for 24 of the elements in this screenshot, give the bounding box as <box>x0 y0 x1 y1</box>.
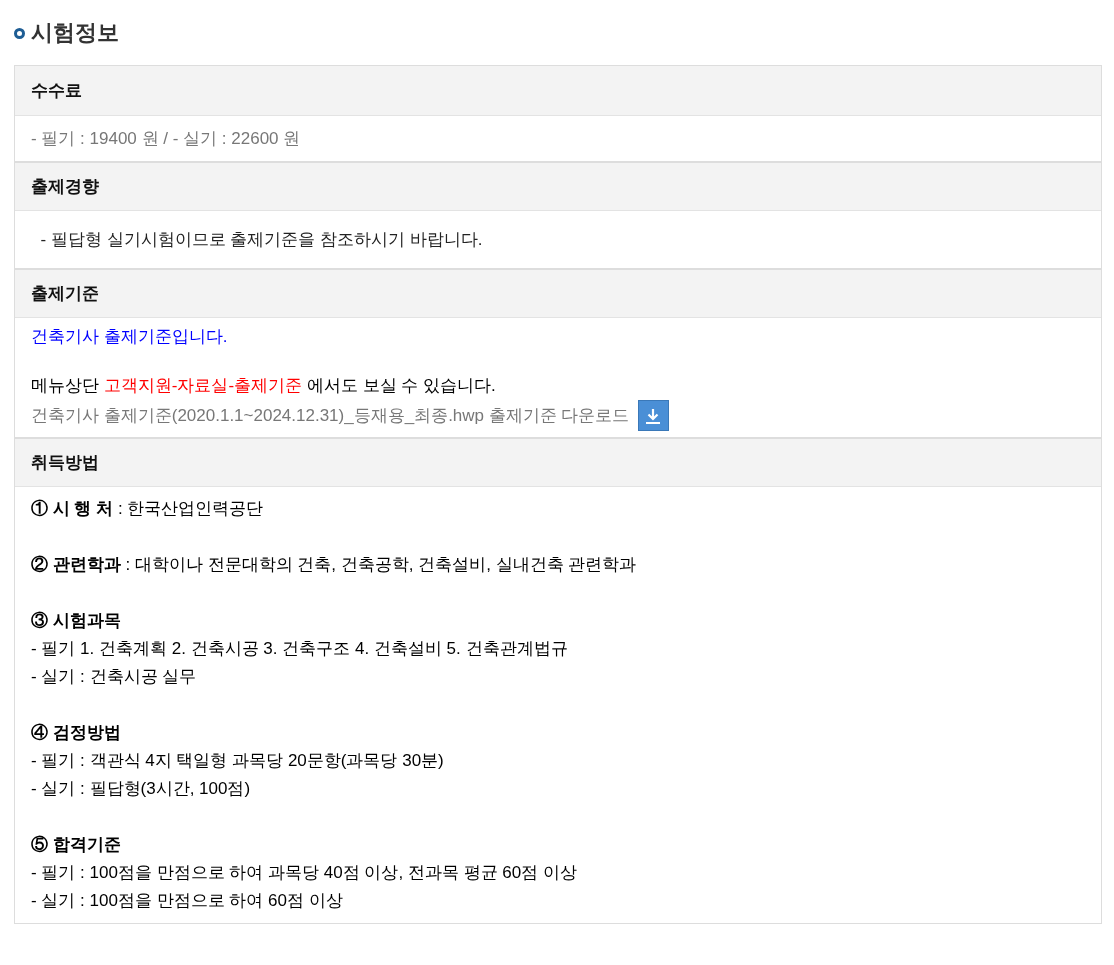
info-text: ① 시 행 처 : 한국산업인력공단 <box>31 498 265 520</box>
download-button[interactable] <box>637 400 669 431</box>
info-text: ③ 시험과목 <box>31 610 122 632</box>
bullet-icon <box>14 28 25 39</box>
info-text: ⑤ 합격기준 <box>31 834 122 856</box>
info-text: ④ 검정방법 <box>31 722 122 744</box>
info-text: - 필기 : 19400 원 / - 실기 : 22600 원 <box>31 128 302 150</box>
info-text: - 실기 : 필답형(3시간, 100점) <box>31 778 252 800</box>
section-heading: 출제경향 <box>31 175 99 198</box>
info-text: - 필기 1. 건축계획 2. 건축시공 3. 건축구조 4. 건축설비 5. 건축관계법규 <box>31 638 569 660</box>
info-text: - 실기 : 건축시공 실무 <box>31 666 198 688</box>
section-heading: 취득방법 <box>31 451 99 474</box>
info-text: - 필기 : 객관식 4지 택일형 과목당 20문항(과목당 30분) <box>31 750 445 772</box>
info-text: - 실기 : 100점을 만점으로 하여 60점 이상 <box>31 890 344 912</box>
info-text: ② 관련학과 : 대학이나 전문대학의 건축, 건축공학, 건축설비, 실내건축 관련학과 <box>31 554 638 576</box>
section-heading: 수수료 <box>31 79 82 102</box>
info-text: 건축기사 출제기준입니다. <box>31 326 229 348</box>
info-text: 메뉴상단 고객지원-자료실-출제기준 에서도 보실 수 있습니다. <box>31 375 497 397</box>
file-name-text: 건축기사 출제기준(2020.1.1~2024.12.31)_등재용_최종.hwp 출제기준 다운로드 <box>31 405 630 427</box>
section-heading: 출제기준 <box>31 282 99 305</box>
info-text: - 필답형 실기시험이므로 출제기준을 참조하시기 바랍니다. <box>39 229 484 251</box>
info-text: - 필기 : 100점을 만점으로 하여 과목당 40점 이상, 전과목 평균 60점 이상 <box>31 862 578 884</box>
download-icon <box>644 406 662 425</box>
page-title: 시험정보 <box>31 19 119 47</box>
